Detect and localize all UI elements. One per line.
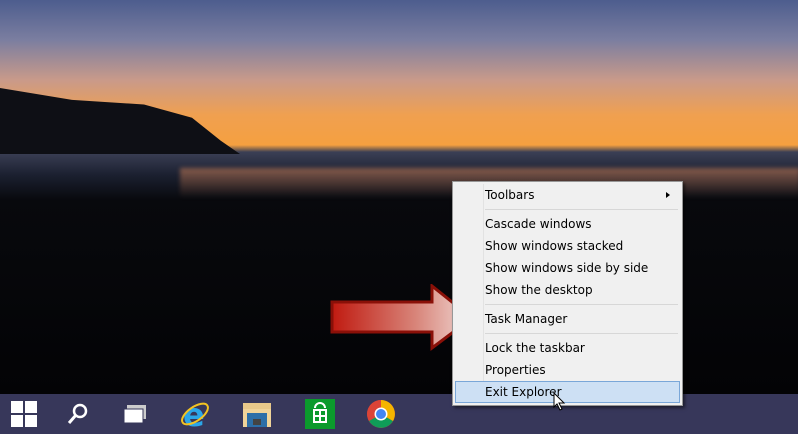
store-button[interactable] — [290, 394, 350, 434]
menu-item-task-manager[interactable]: Task Manager — [455, 308, 680, 330]
taskbar-context-menu: Toolbars Cascade windows Show windows st… — [452, 181, 683, 406]
file-explorer-icon — [243, 403, 271, 427]
file-explorer-button[interactable] — [227, 394, 287, 434]
menu-item-show-windows-side-by-side[interactable]: Show windows side by side — [455, 257, 680, 279]
menu-item-properties[interactable]: Properties — [455, 359, 680, 381]
wallpaper-headland — [0, 88, 240, 154]
internet-explorer-button[interactable]: e — [165, 394, 225, 434]
chrome-icon — [367, 400, 395, 428]
task-view-button[interactable] — [105, 394, 165, 434]
internet-explorer-icon: e — [181, 398, 209, 430]
menu-separator — [485, 209, 678, 210]
windows-start-icon — [11, 401, 37, 427]
menu-item-cascade-windows[interactable]: Cascade windows — [455, 213, 680, 235]
menu-item-label: Toolbars — [485, 188, 535, 202]
search-icon — [67, 403, 88, 424]
menu-separator — [485, 333, 678, 334]
menu-item-show-windows-stacked[interactable]: Show windows stacked — [455, 235, 680, 257]
start-button[interactable] — [0, 394, 54, 434]
menu-item-lock-the-taskbar[interactable]: Lock the taskbar — [455, 337, 680, 359]
menu-item-exit-explorer[interactable]: Exit Explorer — [455, 381, 680, 403]
menu-item-toolbars[interactable]: Toolbars — [455, 184, 680, 206]
search-button[interactable] — [48, 394, 108, 434]
mouse-cursor-icon — [553, 392, 566, 411]
chrome-button[interactable] — [351, 394, 411, 434]
menu-item-show-the-desktop[interactable]: Show the desktop — [455, 279, 680, 301]
submenu-arrow-icon — [666, 192, 670, 198]
store-icon — [305, 399, 335, 429]
menu-separator — [485, 304, 678, 305]
task-view-icon — [123, 405, 146, 424]
